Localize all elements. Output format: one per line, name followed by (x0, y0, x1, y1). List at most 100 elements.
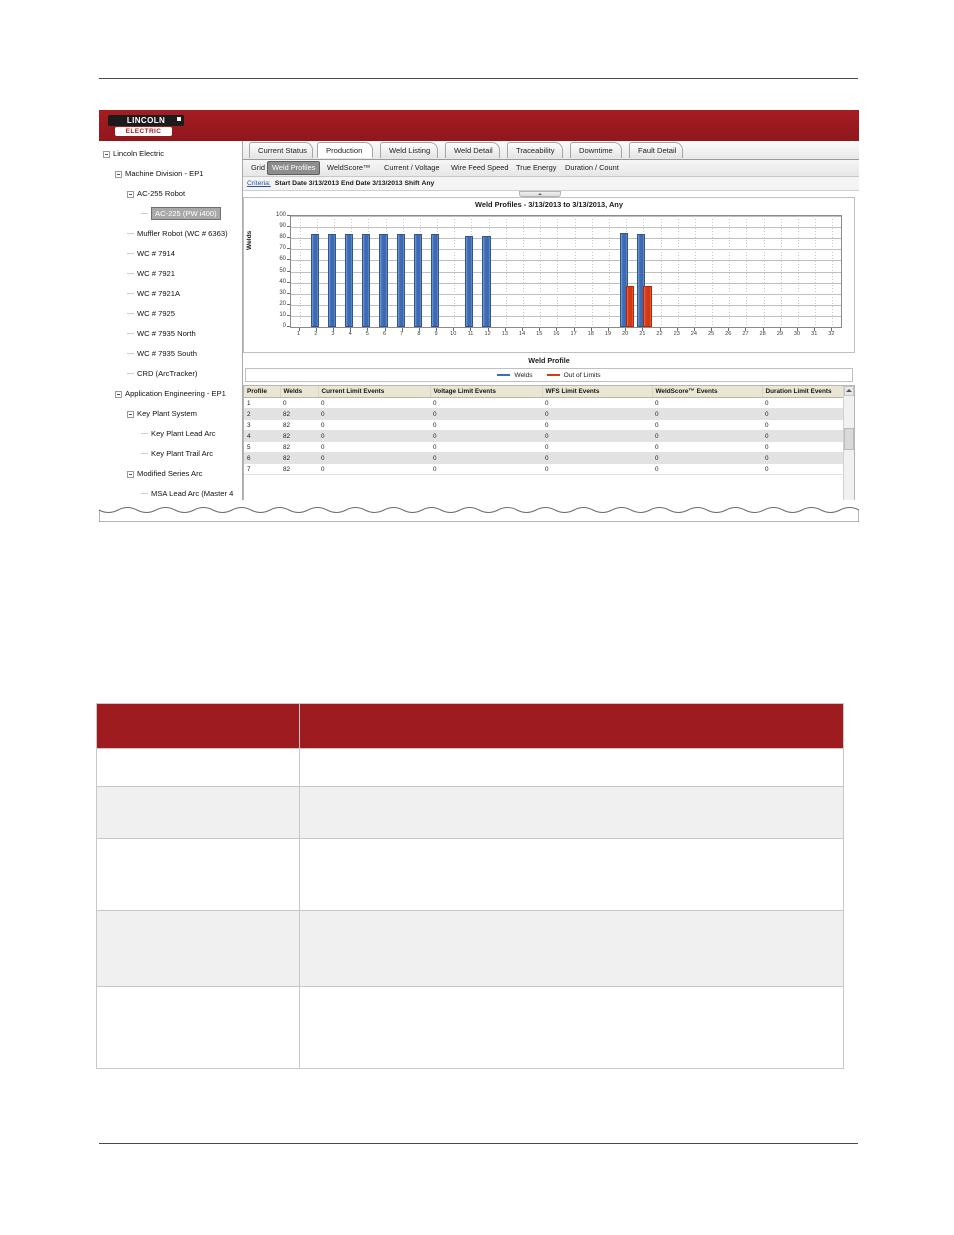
tree-item[interactable]: — WC # 7925 (99, 304, 239, 324)
table-row[interactable]: 3 82 0 0 0 0 0 (244, 419, 854, 431)
x-axis-tick-label: 8 (417, 331, 421, 337)
table-row[interactable]: 6 82 0 0 0 0 0 (244, 452, 854, 464)
tree-item[interactable]: — WC # 7935 North (99, 324, 239, 344)
tree-expander-icon[interactable] (127, 410, 134, 418)
subtab-current-voltage[interactable]: Current / Voltage (380, 162, 443, 174)
chart-bar (379, 233, 388, 327)
column-header[interactable]: Voltage Limit Events (430, 386, 543, 398)
x-axis-tick-mark (676, 328, 678, 331)
navigation-tree-pane[interactable]: Lincoln Electric Machine Division - EP1 AC… (99, 141, 243, 522)
tree-item[interactable]: — WC # 7921A (99, 284, 239, 304)
tree-item[interactable]: Machine Division - EP1 (99, 164, 239, 184)
table-cell: 0 (430, 452, 542, 464)
tree-item[interactable]: Lincoln Electric (99, 144, 239, 164)
table-cell: 0 (318, 441, 430, 453)
doc-table-cell (96, 748, 300, 787)
tree-item[interactable]: — WC # 7935 South (99, 344, 239, 364)
doc-table-cell (299, 748, 844, 787)
tree-expander-icon[interactable] (127, 470, 134, 478)
table-row[interactable]: 1000000 (244, 397, 854, 409)
tab-weld-detail[interactable]: Weld Detail (445, 142, 500, 158)
column-header[interactable]: WFS Limit Events (542, 386, 653, 398)
doc-table-cell (96, 838, 300, 911)
table-cell: 82 (280, 452, 318, 464)
chart-y-axis-label: Welds (246, 230, 253, 250)
subtab-duration-count[interactable]: Duration / Count (561, 162, 623, 174)
chart-gridline-vertical (523, 216, 525, 327)
doc-table-row (96, 838, 844, 911)
tab-label: Production (326, 146, 363, 155)
chart-gridline (291, 238, 841, 240)
tree-item[interactable]: Key Plant System (99, 404, 239, 424)
tree-connector-icon: — (127, 270, 134, 277)
tab-weld-listing[interactable]: Weld Listing (380, 142, 438, 158)
table-row[interactable]: 7 82 0 0 0 0 0 (244, 463, 854, 475)
legend-label: Welds (514, 371, 533, 379)
x-axis-tick-mark (436, 328, 438, 331)
tab-production[interactable]: Production (317, 142, 373, 158)
tab-traceability[interactable]: Traceability (507, 142, 563, 158)
tree-item[interactable]: Application Engineering - EP1 (99, 384, 239, 404)
x-axis-tick-label: 31 (811, 331, 818, 337)
chart-gridline-vertical (780, 216, 782, 327)
table-cell: 0 (762, 452, 854, 464)
tree-expander-icon[interactable] (127, 190, 134, 198)
table-row[interactable]: 4 82 0 0 0 0 0 (244, 430, 854, 442)
criteria-link[interactable]: Criteria: (247, 180, 271, 187)
tree-item[interactable]: — AC-225 (PW i400) (99, 204, 239, 224)
column-header[interactable]: Current Limit Events (318, 386, 431, 398)
legend-swatch-icon (497, 373, 511, 377)
subtab-weld-profiles[interactable]: Weld Profiles (267, 161, 321, 175)
tree-item[interactable]: — CRD (ArcTracker) (99, 364, 239, 384)
tab-downtime[interactable]: Downtime (570, 142, 622, 158)
x-axis-tick-mark (814, 328, 816, 331)
column-header[interactable]: Profile (244, 386, 281, 398)
x-axis-tick-label: 9 (434, 331, 438, 337)
y-axis-tick-label: 70 (279, 245, 286, 252)
tree-item[interactable]: Modified Series Arc (99, 464, 239, 484)
tree-item[interactable]: — Muffler Robot (WC # 6363) (99, 224, 239, 244)
chart-bar (327, 233, 336, 327)
tree-item[interactable]: AC-255 Robot (99, 184, 239, 204)
column-header[interactable]: Duration Limit Events (762, 386, 854, 398)
tree-item-label: Key Plant Trail Arc (151, 449, 214, 458)
legend-item: Out of Limits (546, 372, 601, 379)
navigation-tree[interactable]: Lincoln Electric Machine Division - EP1 AC… (99, 144, 239, 522)
doc-table-row (96, 786, 844, 839)
table-row[interactable]: 2 82 0 0 0 0 0 (244, 408, 854, 420)
grid-scrollbar-thumb[interactable] (844, 428, 854, 450)
tab-fault-detail[interactable]: Fault Detail (629, 142, 683, 158)
primary-tab-strip[interactable]: Current Status Production Weld Listing Weld… (243, 141, 859, 160)
table-cell: 82 (280, 419, 318, 431)
tree-item[interactable]: — WC # 7921 (99, 264, 239, 284)
tree-expander-icon[interactable] (115, 390, 122, 398)
table-cell: 4 (244, 430, 280, 442)
secondary-toolbar[interactable]: Grid Weld Profiles WeldScore™ Current / Vol… (243, 160, 859, 177)
table-row[interactable]: 5 82 0 0 0 0 0 (244, 441, 854, 453)
subtab-true-energy[interactable]: True Energy (512, 162, 560, 174)
x-axis-tick-mark (642, 328, 644, 331)
application-screenshot: LINCOLN ELECTRIC Lincoln Electric Machine… (99, 110, 859, 522)
column-header[interactable]: Welds (280, 386, 319, 398)
tab-label: Current Status (258, 146, 307, 155)
tree-item[interactable]: — Key Plant Trail Arc (99, 444, 239, 464)
column-header[interactable]: WeldScore™ Events (652, 386, 763, 398)
x-axis-tick-label: 20 (622, 331, 629, 337)
tab-current-status[interactable]: Current Status (249, 142, 313, 158)
x-axis-tick-mark (470, 328, 472, 331)
tab-label: Downtime (579, 146, 613, 155)
y-axis-tick-label: 50 (279, 267, 286, 274)
subtab-wire-feed-speed[interactable]: Wire Feed Speed (447, 162, 513, 174)
subtab-weldscore-[interactable]: WeldScore™ (323, 162, 374, 174)
grid-scroll-up-arrow-icon[interactable] (844, 386, 854, 396)
x-axis-tick-mark (332, 328, 334, 331)
tree-item[interactable]: — WC # 7914 (99, 244, 239, 264)
x-axis-tick-label: 23 (673, 331, 680, 337)
tree-expander-icon[interactable] (115, 170, 122, 178)
tree-expander-icon[interactable] (103, 150, 110, 158)
x-axis-tick-mark (367, 328, 369, 331)
tree-item[interactable]: — Key Plant Lead Arc (99, 424, 239, 444)
subtab-grid[interactable]: Grid (247, 162, 269, 174)
tab-label: Weld Detail (454, 146, 493, 155)
chart-gridline-vertical (832, 216, 834, 327)
